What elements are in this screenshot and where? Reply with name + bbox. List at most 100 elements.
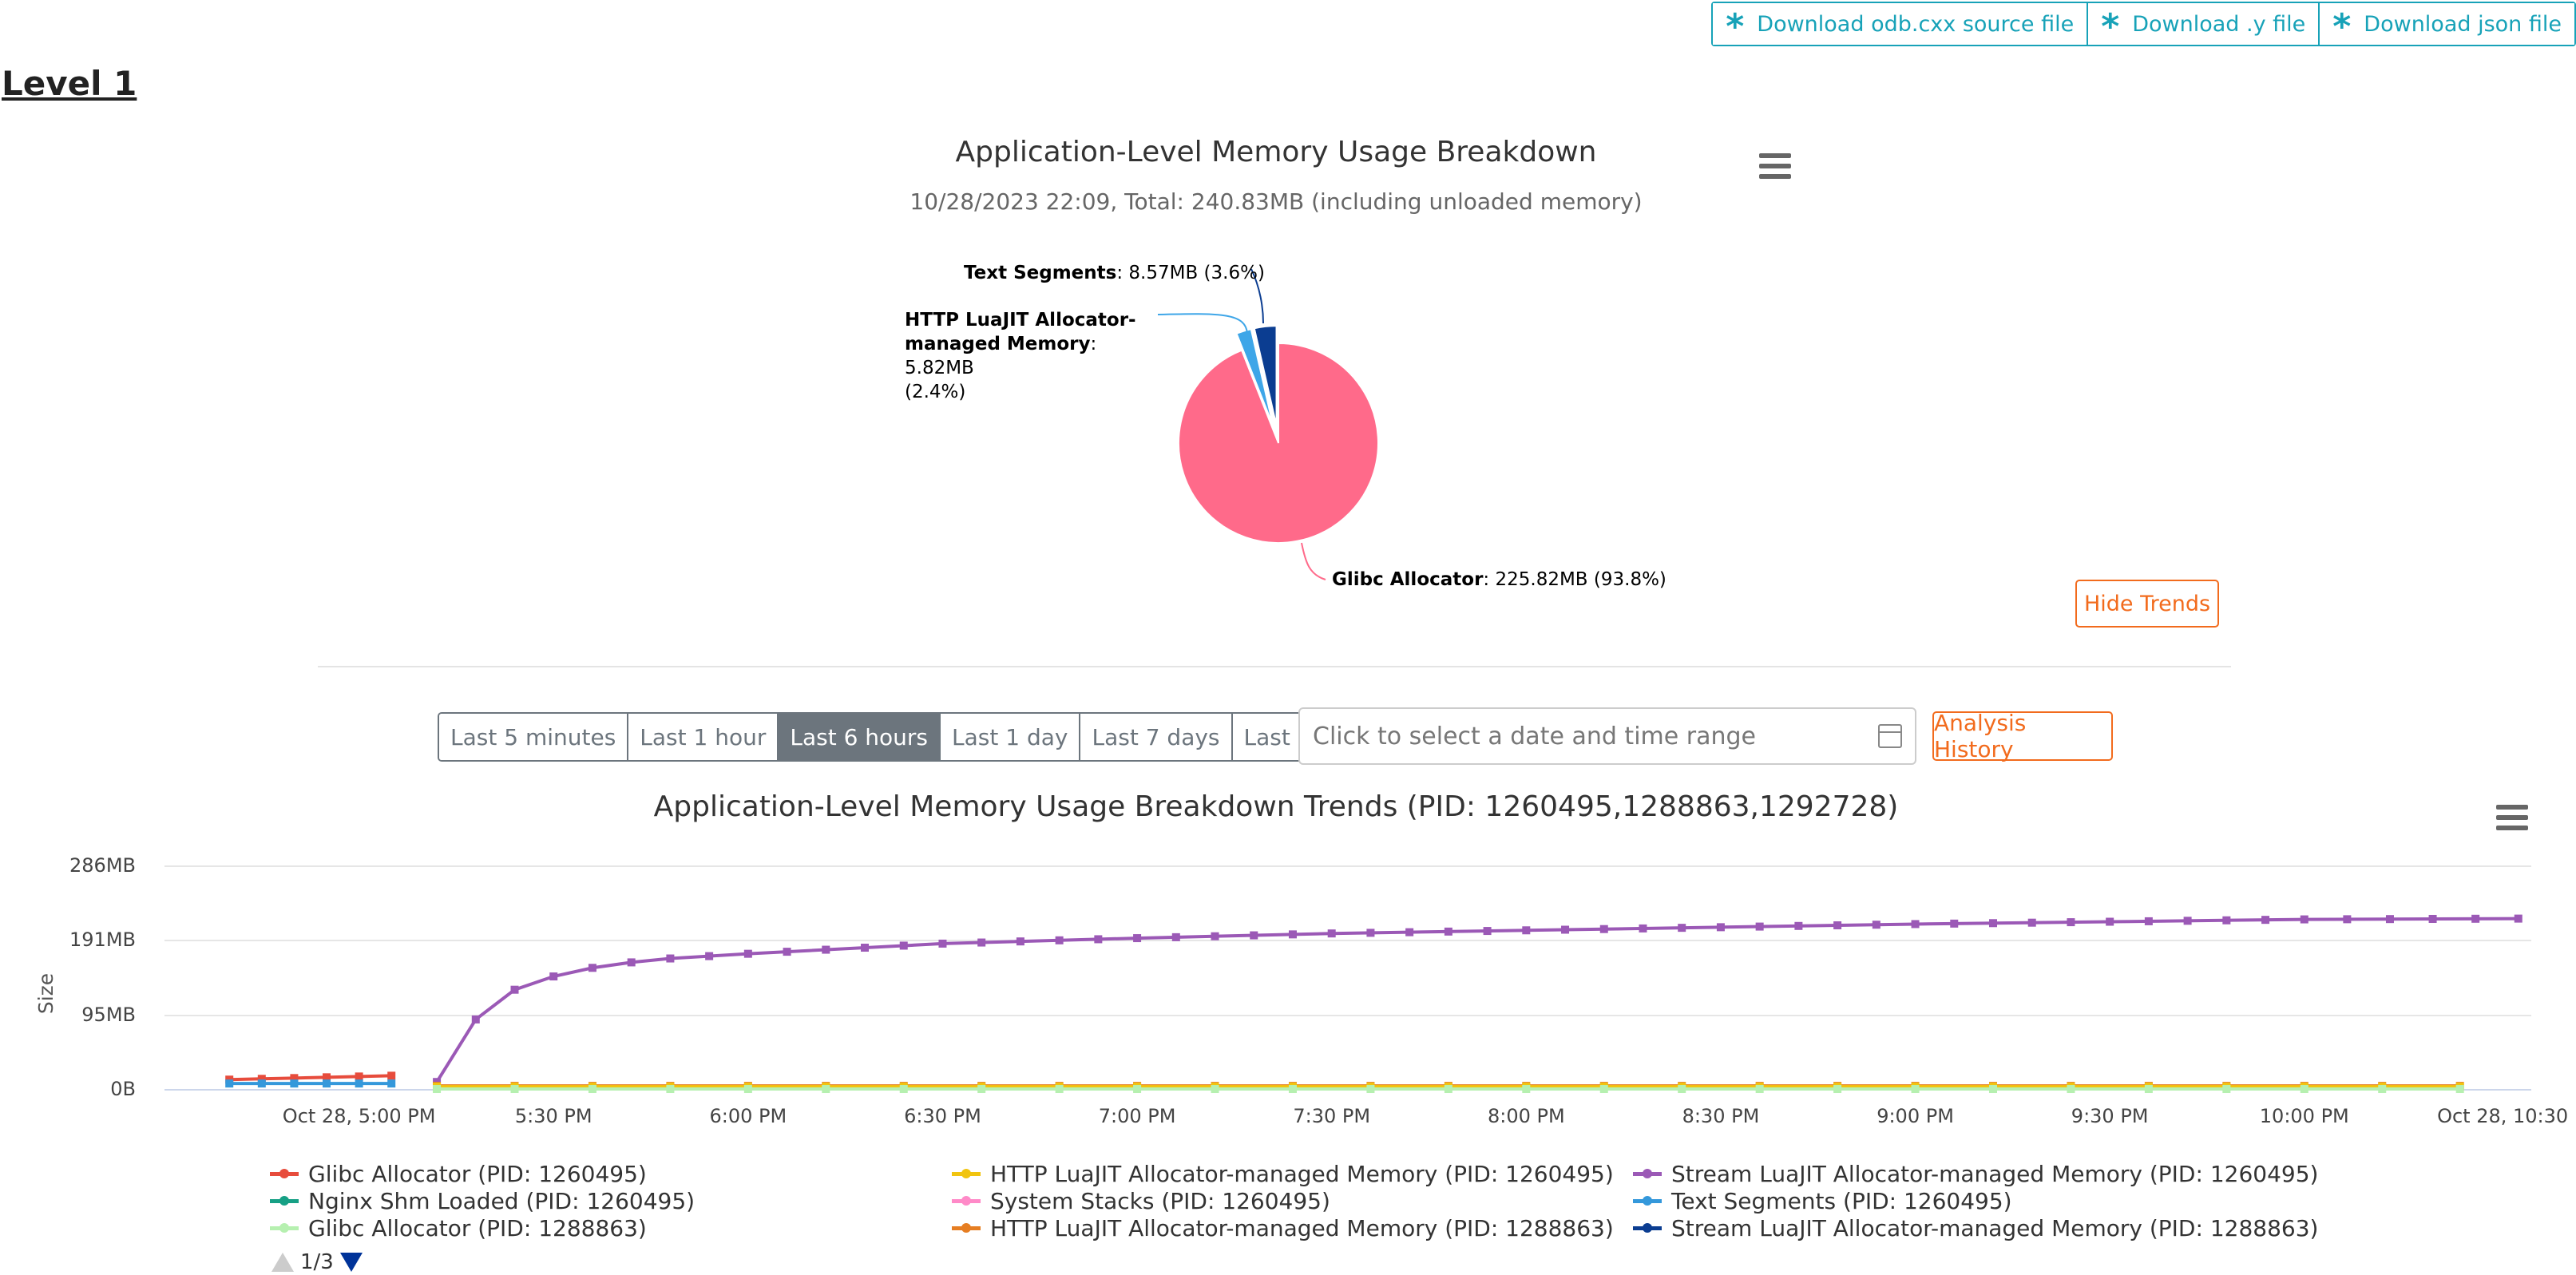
range-last-5-minutes[interactable]: Last 5 minutes — [439, 714, 629, 760]
data-point[interactable] — [1133, 934, 1142, 943]
data-point[interactable] — [588, 964, 596, 972]
data-point[interactable] — [2183, 917, 2192, 925]
data-point[interactable] — [1599, 925, 1608, 933]
data-point[interactable] — [2455, 1085, 2464, 1094]
range-last-1-day[interactable]: Last 1 day — [941, 714, 1081, 760]
data-point[interactable] — [1522, 1085, 1531, 1094]
data-point[interactable] — [861, 944, 870, 952]
data-point[interactable] — [743, 1085, 752, 1094]
data-point[interactable] — [899, 1085, 908, 1094]
data-point[interactable] — [1211, 1085, 1219, 1094]
data-point[interactable] — [2027, 918, 2036, 927]
data-point[interactable] — [977, 1085, 986, 1094]
data-point[interactable] — [2471, 914, 2480, 923]
data-point[interactable] — [471, 1015, 480, 1024]
data-point[interactable] — [225, 1079, 234, 1088]
data-point[interactable] — [1444, 927, 1452, 936]
data-point[interactable] — [1171, 932, 1180, 941]
data-point[interactable] — [1639, 924, 1647, 932]
data-point[interactable] — [822, 1085, 830, 1094]
data-point[interactable] — [1366, 1085, 1375, 1094]
data-point[interactable] — [510, 1085, 519, 1094]
data-point[interactable] — [1911, 1085, 1920, 1094]
data-point[interactable] — [1055, 1085, 1064, 1094]
data-point[interactable] — [2300, 915, 2308, 924]
range-last-6-hours[interactable]: Last 6 hours — [779, 714, 941, 760]
data-point[interactable] — [1833, 921, 1842, 930]
data-point[interactable] — [1327, 929, 1336, 938]
data-point[interactable] — [1755, 1085, 1764, 1094]
data-point[interactable] — [387, 1071, 396, 1080]
data-point[interactable] — [1988, 919, 1997, 928]
data-point[interactable] — [743, 949, 752, 958]
legend-item[interactable]: Stream LuaJIT Allocator-managed Memory (… — [1633, 1215, 2318, 1241]
legend-item[interactable]: System Stacks (PID: 1260495) — [952, 1188, 1330, 1214]
range-last-7-days[interactable]: Last 7 days — [1080, 714, 1233, 760]
pager-up-icon[interactable] — [271, 1253, 294, 1272]
data-point[interactable] — [2144, 917, 2153, 925]
data-point[interactable] — [1366, 929, 1375, 937]
data-point[interactable] — [1055, 936, 1064, 944]
data-point[interactable] — [1211, 932, 1219, 940]
data-point[interactable] — [1522, 926, 1531, 935]
data-point[interactable] — [2106, 917, 2114, 926]
data-point[interactable] — [783, 948, 791, 956]
pager-down-icon[interactable] — [339, 1253, 363, 1272]
data-point[interactable] — [977, 938, 986, 947]
data-point[interactable] — [666, 954, 675, 963]
data-point[interactable] — [323, 1079, 331, 1088]
data-point[interactable] — [355, 1079, 363, 1088]
data-point[interactable] — [433, 1085, 442, 1094]
data-point[interactable] — [2261, 916, 2270, 925]
data-point[interactable] — [1678, 1085, 1686, 1094]
data-point[interactable] — [1988, 1085, 1997, 1094]
data-point[interactable] — [1288, 1085, 1297, 1094]
data-point[interactable] — [549, 972, 558, 981]
data-point[interactable] — [2385, 915, 2394, 924]
data-point[interactable] — [1133, 1085, 1142, 1094]
hide-trends-button[interactable]: Hide Trends — [2075, 580, 2219, 628]
data-point[interactable] — [822, 945, 830, 954]
series-line[interactable] — [229, 1074, 392, 1082]
data-point[interactable] — [387, 1079, 396, 1088]
data-point[interactable] — [1678, 924, 1686, 932]
data-point[interactable] — [1872, 921, 1880, 929]
data-point[interactable] — [1950, 919, 1959, 928]
data-point[interactable] — [2144, 1085, 2153, 1094]
legend-item[interactable]: HTTP LuaJIT Allocator-managed Memory (PI… — [952, 1161, 1614, 1187]
data-point[interactable] — [1833, 1085, 1842, 1094]
data-point[interactable] — [1094, 935, 1103, 944]
data-point[interactable] — [2222, 916, 2231, 925]
data-point[interactable] — [355, 1072, 363, 1081]
data-point[interactable] — [1288, 930, 1297, 939]
data-point[interactable] — [2067, 1085, 2075, 1094]
data-point[interactable] — [1911, 920, 1920, 929]
date-range-input[interactable]: Click to select a date and time range — [1298, 707, 1916, 765]
legend-item[interactable]: Glibc Allocator (PID: 1288863) — [270, 1215, 647, 1241]
data-point[interactable] — [1250, 931, 1258, 940]
data-point[interactable] — [2222, 1085, 2231, 1094]
series-line[interactable] — [435, 917, 2519, 1083]
data-point[interactable] — [666, 1085, 675, 1094]
data-point[interactable] — [2378, 1085, 2387, 1094]
trend-menu-icon[interactable] — [2496, 805, 2528, 830]
data-point[interactable] — [290, 1079, 299, 1088]
data-point[interactable] — [588, 1085, 596, 1094]
data-point[interactable] — [1716, 923, 1725, 932]
data-point[interactable] — [1405, 928, 1414, 936]
data-point[interactable] — [899, 941, 908, 950]
data-point[interactable] — [510, 985, 519, 994]
data-point[interactable] — [1444, 1085, 1452, 1094]
data-point[interactable] — [2067, 918, 2075, 927]
data-point[interactable] — [938, 939, 947, 948]
legend-item[interactable]: Glibc Allocator (PID: 1260495) — [270, 1161, 647, 1187]
analysis-history-button[interactable]: Analysis History — [1932, 710, 2113, 762]
data-point[interactable] — [1016, 937, 1024, 946]
pie-slice[interactable] — [1178, 342, 1379, 544]
calendar-icon[interactable] — [1878, 724, 1902, 748]
data-point[interactable] — [2300, 1085, 2308, 1094]
legend-item[interactable]: Nginx Shm Loaded (PID: 1260495) — [270, 1188, 695, 1214]
legend-item[interactable]: Text Segments (PID: 1260495) — [1633, 1188, 2012, 1214]
data-point[interactable] — [2514, 914, 2522, 923]
data-point[interactable] — [627, 958, 636, 967]
